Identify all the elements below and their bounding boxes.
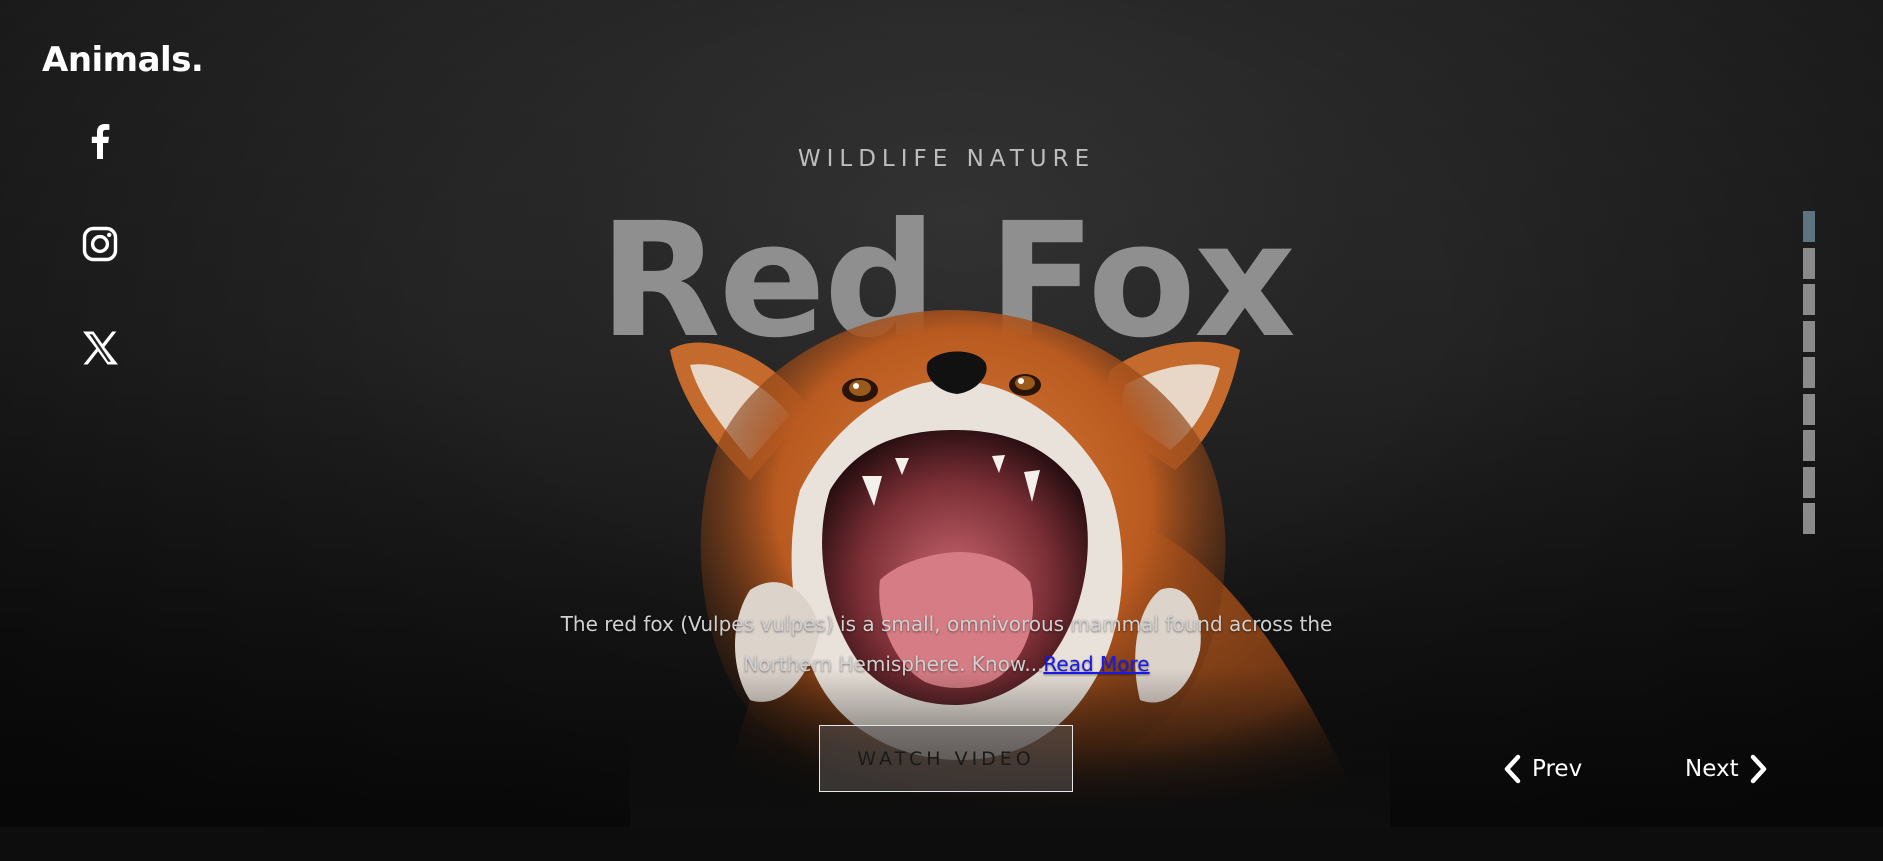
pager-dot[interactable] bbox=[1803, 320, 1815, 352]
pager-dot[interactable] bbox=[1803, 211, 1815, 242]
next-label: Next bbox=[1685, 756, 1739, 782]
pager-dot[interactable] bbox=[1803, 247, 1815, 279]
pager-dot[interactable] bbox=[1803, 466, 1815, 498]
pager-dot[interactable] bbox=[1803, 503, 1815, 534]
prev-label: Prev bbox=[1532, 756, 1583, 782]
hero-eyebrow: WILDLIFE NATURE bbox=[797, 146, 1096, 172]
read-more-link[interactable]: Read More bbox=[1043, 652, 1149, 676]
pager-dot[interactable] bbox=[1803, 284, 1815, 315]
bottom-bar bbox=[0, 827, 1883, 861]
prev-button[interactable]: Prev bbox=[1502, 752, 1592, 786]
hero-description: The red fox (Vulpes vulpes) is a small, … bbox=[560, 604, 1333, 684]
chevron-right-icon bbox=[1750, 754, 1766, 784]
next-button[interactable]: Next bbox=[1675, 752, 1769, 786]
pager-dot[interactable] bbox=[1803, 393, 1815, 425]
hero-page: Animals. WILDLIFE NATURE Red Fox The red… bbox=[0, 0, 1883, 861]
hero-description-text: The red fox (Vulpes vulpes) is a small, … bbox=[560, 612, 1333, 676]
watch-video-button[interactable]: WATCH VIDEO bbox=[819, 725, 1073, 792]
chevron-left-icon bbox=[1504, 754, 1521, 784]
site-logo[interactable]: Animals. bbox=[42, 40, 204, 80]
pager-dot[interactable] bbox=[1803, 430, 1815, 461]
slide-pager bbox=[1803, 211, 1815, 540]
pager-dot[interactable] bbox=[1803, 357, 1815, 388]
